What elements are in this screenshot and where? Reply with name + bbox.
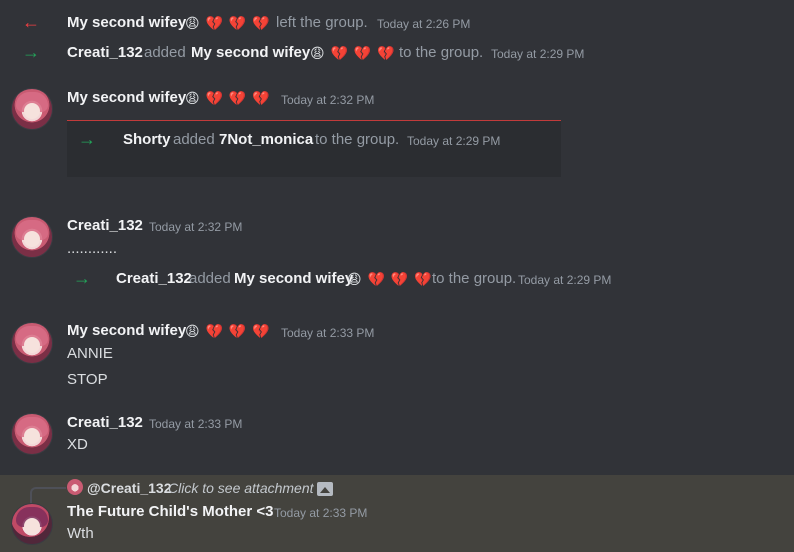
event-text: left the group.: [276, 14, 368, 31]
avatar[interactable]: [11, 322, 53, 364]
event-text: to the group.: [432, 270, 517, 287]
image-icon: [317, 480, 333, 498]
timestamp[interactable]: Today at 2:26 PM: [377, 17, 470, 31]
author-name[interactable]: Creati_132: [67, 217, 143, 234]
avatar-face: [24, 518, 40, 534]
avatar-face: [24, 231, 40, 247]
arrow-right-icon: →: [22, 42, 40, 62]
author-name[interactable]: My second wifey: [67, 89, 186, 106]
message-text: ............: [67, 240, 118, 257]
reply-attachment-text[interactable]: Click to see attachment: [168, 480, 314, 496]
emoji-sequence: 😩 💔 💔 💔: [185, 90, 271, 106]
timestamp[interactable]: Today at 2:33 PM: [149, 417, 242, 431]
avatar[interactable]: [11, 88, 53, 130]
avatar-face: [24, 428, 40, 444]
avatar[interactable]: [11, 216, 53, 258]
message-text: XD: [67, 436, 88, 453]
arrow-right-icon: →: [73, 268, 91, 288]
author-name[interactable]: My second wifey: [67, 322, 186, 339]
arrow-left-icon: ←: [22, 12, 40, 32]
event-text: to the group.: [315, 131, 400, 148]
message-text: ANNIE: [67, 345, 113, 362]
avatar-face: [24, 103, 40, 119]
message-text: STOP: [67, 371, 108, 388]
avatar[interactable]: [11, 413, 53, 455]
event-text: to the group.: [399, 44, 484, 61]
reply-avatar[interactable]: [67, 479, 83, 495]
timestamp[interactable]: Today at 2:32 PM: [149, 220, 242, 234]
message-text: Wth: [67, 525, 94, 542]
timestamp[interactable]: Today at 2:33 PM: [281, 326, 374, 340]
username[interactable]: My second wifey: [191, 44, 310, 61]
timestamp[interactable]: Today at 2:29 PM: [407, 134, 500, 148]
emoji-sequence: 😩 💔 💔 💔: [185, 15, 271, 31]
username[interactable]: Creati_132: [67, 44, 143, 61]
event-verb: added: [189, 270, 231, 287]
username[interactable]: 7Not_monica: [219, 131, 313, 148]
forwarded-embed[interactable]: [67, 120, 561, 178]
author-name[interactable]: Creati_132: [67, 414, 143, 431]
arrow-right-icon: →: [78, 129, 96, 149]
timestamp[interactable]: Today at 2:33 PM: [274, 506, 367, 520]
author-name[interactable]: The Future Child's Mother <3: [67, 503, 274, 520]
emoji-sequence: 😩 💔 💔 💔: [347, 271, 433, 287]
username[interactable]: My second wifey: [234, 270, 353, 287]
embed-fade: [67, 177, 561, 191]
reply-spine: [30, 487, 66, 503]
username[interactable]: Creati_132: [116, 270, 192, 287]
username[interactable]: Shorty: [123, 131, 171, 148]
system-message-leave: ← My second wifey 😩 💔 💔 💔 left the group…: [0, 12, 794, 36]
emoji-sequence: 😩 💔 💔 💔: [185, 323, 271, 339]
timestamp[interactable]: Today at 2:29 PM: [491, 47, 584, 61]
username[interactable]: My second wifey: [67, 14, 186, 31]
avatar-face: [24, 337, 40, 353]
timestamp[interactable]: Today at 2:32 PM: [281, 93, 374, 107]
emoji-sequence: 😩 💔 💔 💔: [310, 45, 396, 61]
reply-mention[interactable]: @Creati_132: [87, 480, 171, 496]
timestamp[interactable]: Today at 2:29 PM: [518, 273, 611, 287]
system-message-add: → Creati_132 added My second wifey 😩 💔 💔…: [0, 42, 794, 66]
avatar[interactable]: [11, 503, 53, 545]
event-verb: added: [173, 131, 215, 148]
event-verb: added: [144, 44, 186, 61]
